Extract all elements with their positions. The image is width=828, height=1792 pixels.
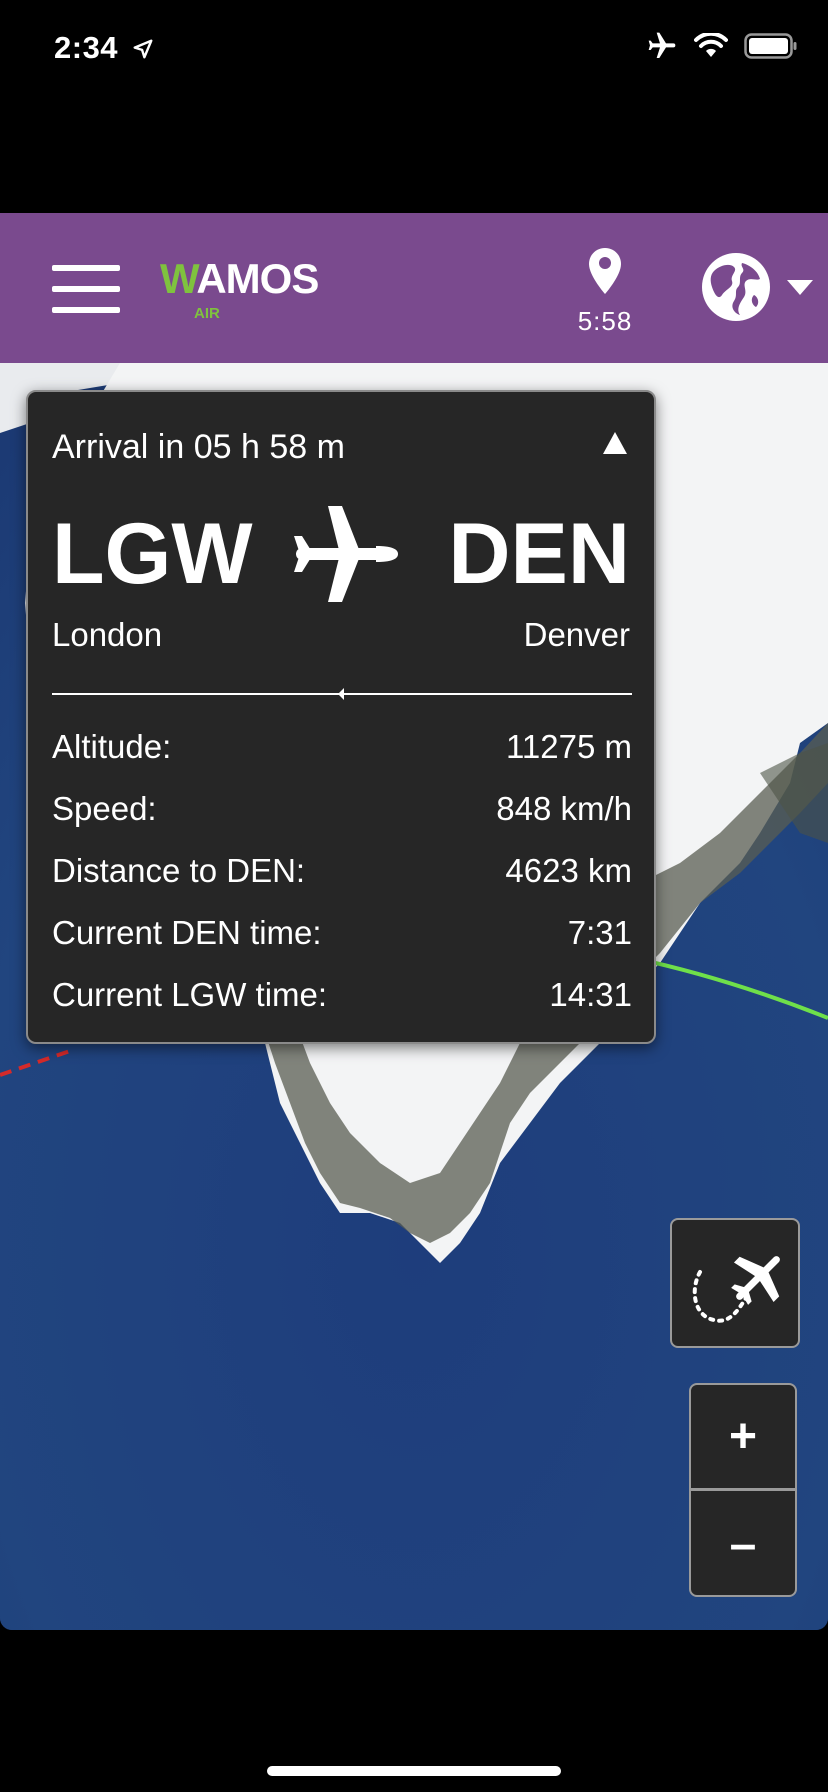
stat-origin-time: Current LGW time: 14:31 (52, 964, 632, 1026)
arrival-countdown: Arrival in 05 h 58 m (52, 428, 345, 466)
origin-airport-code: LGW (52, 506, 253, 602)
destination-airport-code: DEN (448, 506, 630, 602)
follow-flight-button[interactable] (670, 1218, 800, 1348)
stat-speed: Speed: 848 km/h (52, 778, 632, 840)
home-indicator[interactable] (267, 1766, 561, 1776)
globe-icon (702, 253, 770, 321)
map-pin-icon (589, 248, 621, 294)
stat-label: Altitude: (52, 728, 172, 765)
chevron-down-icon (787, 280, 813, 295)
location-arrow-icon (133, 39, 153, 59)
battery-icon (744, 33, 797, 59)
zoom-out-button[interactable]: – (691, 1491, 795, 1595)
destination-city: Denver (523, 616, 630, 653)
stat-value: 4623 km (505, 852, 632, 889)
location-time-button[interactable]: 5:58 (570, 247, 640, 337)
language-selector[interactable] (700, 251, 816, 327)
wifi-icon (694, 33, 728, 57)
menu-button[interactable] (52, 265, 120, 313)
airplane-mode-icon (648, 32, 676, 58)
origin-city: London (52, 616, 163, 653)
app-header: WAMOS AIR 5:58 (0, 213, 828, 363)
hamburger-icon (52, 265, 120, 271)
stat-label: Speed: (52, 790, 157, 827)
collapse-card-button[interactable] (600, 428, 630, 458)
flight-track-icon (692, 1256, 780, 1323)
stat-label: Current LGW time: (52, 976, 328, 1013)
flight-progress-divider (52, 688, 632, 700)
logo-text: WAMOS (160, 255, 319, 302)
stat-value: 7:31 (567, 914, 632, 951)
location-time: 5:58 (577, 306, 633, 336)
airplane-icon (294, 506, 398, 602)
wamos-air-logo: WAMOS AIR (160, 255, 330, 325)
status-bar: 2:34 (0, 0, 828, 100)
logo-subtext: AIR (194, 305, 220, 322)
stat-altitude: Altitude: 11275 m (52, 716, 632, 778)
stat-value: 14:31 (549, 976, 632, 1013)
stat-distance: Distance to DEN: 4623 km (52, 840, 632, 902)
stat-value: 848 km/h (496, 790, 632, 827)
status-time: 2:34 (54, 30, 119, 65)
stat-label: Current DEN time: (52, 914, 322, 951)
flight-info-card: Arrival in 05 h 58 m LGW DEN London Denv… (26, 390, 656, 1044)
flight-stats: Altitude: 11275 m Speed: 848 km/h Distan… (52, 716, 632, 1026)
stat-destination-time: Current DEN time: 7:31 (52, 902, 632, 964)
stat-value: 11275 m (506, 728, 632, 765)
zoom-in-button[interactable]: + (691, 1385, 795, 1491)
zoom-controls: + – (689, 1383, 797, 1597)
stat-label: Distance to DEN: (52, 852, 306, 889)
